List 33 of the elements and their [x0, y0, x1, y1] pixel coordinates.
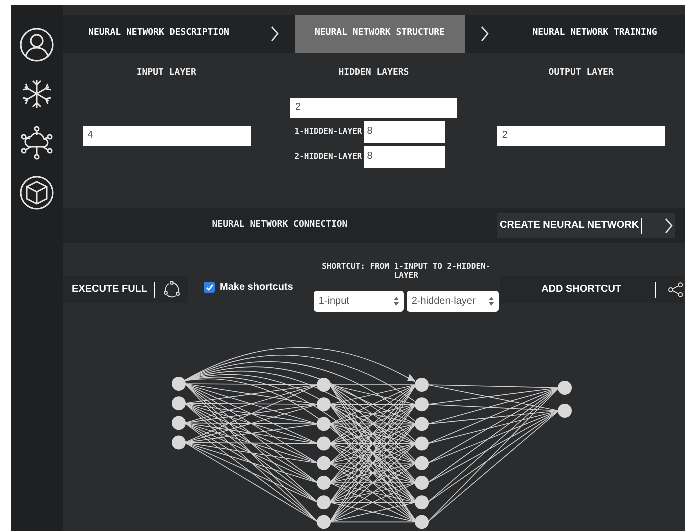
- share-icon: [668, 282, 684, 298]
- chevron-icon: [270, 26, 280, 42]
- cycle-icon: [162, 280, 181, 298]
- to-select[interactable]: 2-hidden-layer: [406, 291, 499, 312]
- select-arrows-icon: [488, 297, 494, 306]
- column-heading: HIDDEN LAYERS: [338, 67, 410, 80]
- chevron-icon: [664, 218, 674, 234]
- layer-label: 2-HIDDEN-LAYER: [294, 150, 362, 162]
- checkbox[interactable]: [204, 282, 215, 293]
- network-cloud-icon[interactable]: [19, 125, 55, 161]
- cube-icon[interactable]: [19, 175, 55, 211]
- user-icon[interactable]: [19, 27, 55, 63]
- create-network-button[interactable]: CREATE NEURAL NETWORK: [497, 213, 675, 238]
- input-field[interactable]: 8: [364, 120, 446, 142]
- column-heading: INPUT LAYER: [136, 67, 196, 80]
- section-title: NEURAL NETWORK CONNECTION: [211, 218, 349, 232]
- input-field[interactable]: 4: [82, 126, 251, 146]
- layer-label: 1-HIDDEN-LAYER: [294, 126, 362, 138]
- tab[interactable]: NEURAL NETWORK TRAINING: [505, 15, 685, 53]
- input-field[interactable]: 8: [364, 146, 446, 168]
- select-arrows-icon: [394, 297, 399, 306]
- tab[interactable]: NEURAL NETWORK STRUCTURE: [295, 15, 465, 53]
- snowflake-icon[interactable]: [20, 77, 54, 111]
- from-select[interactable]: 1-input: [314, 291, 404, 312]
- column-heading: OUTPUT LAYER: [548, 67, 614, 80]
- input-field[interactable]: 2: [290, 98, 458, 118]
- tab[interactable]: NEURAL NETWORK DESCRIPTION: [63, 15, 255, 53]
- checkbox-label: Make shortcuts: [220, 281, 294, 295]
- chevron-icon: [480, 26, 490, 42]
- execute-full-button[interactable]: EXECUTE FULL: [63, 276, 188, 303]
- shortcut-label: SHORTCUT: FROM 1-INPUT TO 2-HIDDEN-LAYER: [321, 262, 492, 280]
- add-shortcut-button[interactable]: ADD SHORTCUT: [500, 276, 684, 303]
- input-field[interactable]: 2: [497, 126, 666, 146]
